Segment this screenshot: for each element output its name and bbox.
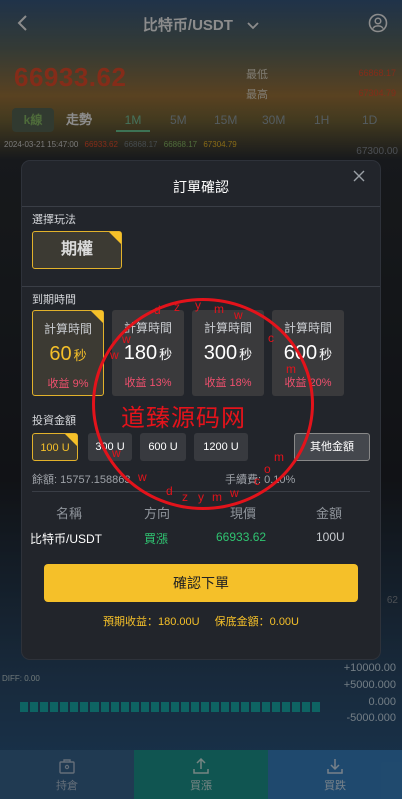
watermark-letter: m xyxy=(214,302,224,316)
watermark-letter: z xyxy=(182,490,188,504)
row-amount: 100U xyxy=(316,530,345,544)
watermark-letter: y xyxy=(195,298,201,312)
divider xyxy=(22,206,380,207)
row-name: 比特币/USDT xyxy=(30,532,103,546)
confirm-order-button[interactable]: 確認下單 xyxy=(44,564,358,602)
amount-option-100[interactable]: 100 U xyxy=(32,433,78,461)
selected-check-icon xyxy=(109,232,121,244)
watermark-letter: d xyxy=(154,303,161,317)
header-direction: 方向 xyxy=(144,506,171,521)
header-amount: 金額 xyxy=(316,506,343,521)
modal-title: 訂單確認 xyxy=(173,179,229,195)
watermark-letter: z xyxy=(174,300,180,314)
order-summary: 預期收益：180.00U 保底金額：0.00U xyxy=(22,613,380,629)
row-price: 66933.62 xyxy=(216,530,267,544)
watermark-letter: m xyxy=(274,450,284,464)
amount-label: 投資金額 xyxy=(32,415,76,427)
time-option-value: 60 秒 xyxy=(49,343,87,365)
watermark-letter: m xyxy=(212,490,222,504)
divider xyxy=(22,286,380,287)
watermark-letter: y xyxy=(198,490,204,504)
watermark-letter: w xyxy=(112,446,121,460)
expected-profit: 預期收益：180.00U xyxy=(102,616,200,628)
play-option-label: 期權 xyxy=(60,241,93,258)
time-option-label: 計算時間 xyxy=(43,322,92,336)
header-price: 現價 xyxy=(230,506,257,521)
watermark-letter: w xyxy=(122,332,131,346)
play-label: 選擇玩法 xyxy=(32,214,76,226)
row-direction: 買漲 xyxy=(144,532,169,546)
watermark-letter: w xyxy=(110,348,119,362)
expiry-label: 到期時間 xyxy=(32,294,76,306)
selected-check-icon xyxy=(65,434,77,446)
guaranteed-amount: 保底金額：0.00U xyxy=(214,616,299,628)
play-option-option[interactable]: 期權 xyxy=(32,231,122,269)
watermark-letter: m xyxy=(286,362,296,376)
watermark-letter: o xyxy=(264,462,271,476)
balance-text: 餘額: 15757.158863 xyxy=(32,474,131,486)
watermark-letter: w xyxy=(138,470,147,484)
header-name: 名稱 xyxy=(56,506,83,521)
watermark-letter: c xyxy=(268,331,274,345)
watermark-letter: d xyxy=(166,484,173,498)
watermark-letter: w xyxy=(234,308,243,322)
watermark-letter: w xyxy=(230,486,239,500)
watermark-letter: c xyxy=(254,474,260,488)
watermark-text: 道臻源码网 xyxy=(121,405,246,432)
close-icon[interactable] xyxy=(352,169,366,183)
